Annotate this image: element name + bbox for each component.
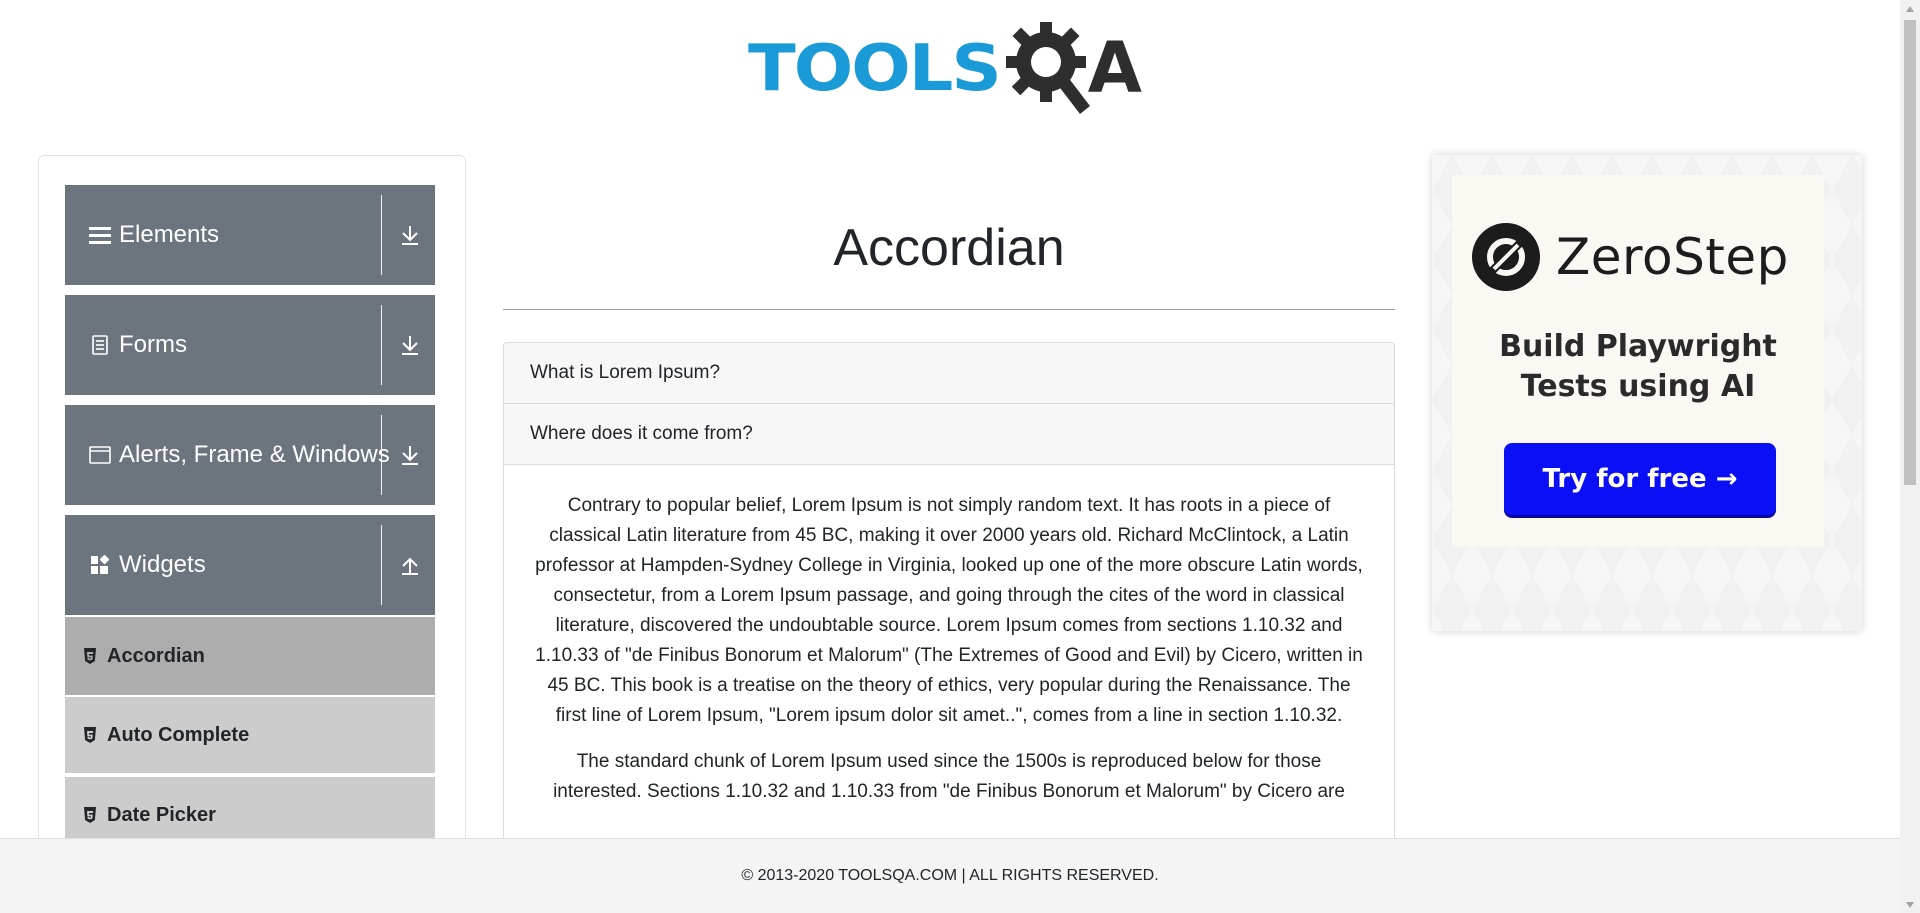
body-paragraph: The standard chunk of Lorem Ipsum used s… xyxy=(553,751,1345,802)
sidebar-group-label: Forms xyxy=(119,331,187,358)
sidebar-item-label: Date Picker xyxy=(107,803,216,826)
document-icon xyxy=(85,335,115,355)
widgets-icon xyxy=(85,555,115,575)
accordion-header-what-is-lorem-ipsum[interactable]: What is Lorem Ipsum? xyxy=(504,343,1394,404)
title-divider xyxy=(503,309,1395,310)
divider xyxy=(381,195,382,275)
sidebar-item-auto-complete[interactable]: Auto Complete xyxy=(65,695,435,773)
accordion: What is Lorem Ipsum? Where does it come … xyxy=(503,342,1395,913)
accordion-body: Contrary to popular belief, Lorem Ipsum … xyxy=(504,465,1394,807)
sidebar-group-elements[interactable]: Elements xyxy=(65,185,435,285)
logo-qa: A xyxy=(1004,18,1142,118)
gear-magnifier-icon xyxy=(1005,22,1090,114)
ad-card: ZeroStep Build Playwright Tests using AI… xyxy=(1452,175,1824,547)
try-for-free-button[interactable]: Try for free → xyxy=(1504,443,1776,515)
sidebar-group-widgets[interactable]: Widgets xyxy=(65,515,435,615)
html5-icon xyxy=(83,727,99,743)
html5-icon xyxy=(83,648,99,664)
sidebar-item-accordian[interactable]: Accordian xyxy=(65,617,435,695)
ad-brand-name: ZeroStep xyxy=(1556,228,1789,286)
download-arrow-icon[interactable] xyxy=(385,295,435,395)
sidebar-item-label: Accordian xyxy=(107,644,205,667)
accordion-header-where-does-it-come-from[interactable]: Where does it come from? xyxy=(504,404,1394,465)
left-sidebar: Elements Forms Alerts, Frame & Windows W… xyxy=(38,155,466,913)
scrollbar-thumb[interactable] xyxy=(1904,20,1916,485)
divider xyxy=(381,305,382,385)
download-arrow-icon[interactable] xyxy=(385,185,435,285)
upload-arrow-icon[interactable] xyxy=(385,515,435,615)
footer: © 2013-2020 TOOLSQA.COM | ALL RIGHTS RES… xyxy=(0,838,1900,913)
scroll-down-arrow-icon[interactable] xyxy=(1900,896,1920,913)
sidebar-item-label: Auto Complete xyxy=(107,723,250,746)
page-title: Accordian xyxy=(833,219,1065,277)
zerostep-logo-icon xyxy=(1472,223,1540,291)
sidebar-group-label: Alerts, Frame & Windows xyxy=(119,441,390,468)
ad-brand: ZeroStep xyxy=(1472,223,1789,291)
window-icon xyxy=(85,445,115,465)
logo-tools-text: TOOLS xyxy=(748,30,1002,106)
ad-headline-line: Build Playwright xyxy=(1499,329,1777,364)
zerostep-ad[interactable]: ZeroStep Build Playwright Tests using AI… xyxy=(1432,155,1862,631)
vertical-scrollbar[interactable] xyxy=(1900,0,1920,913)
sidebar-group-label: Elements xyxy=(119,221,220,248)
scroll-up-arrow-icon[interactable] xyxy=(1900,0,1920,17)
divider xyxy=(381,415,382,495)
header: TOOLS A xyxy=(0,0,1900,125)
logo-a-text: A xyxy=(1087,27,1142,109)
sidebar-group-alerts-frame-windows[interactable]: Alerts, Frame & Windows xyxy=(65,405,435,505)
html5-icon xyxy=(83,807,99,823)
hamburger-icon xyxy=(85,225,115,245)
download-arrow-icon[interactable] xyxy=(385,405,435,505)
toolsqa-logo[interactable]: TOOLS A xyxy=(748,18,1153,118)
divider xyxy=(381,525,382,605)
sidebar-group-label: Widgets xyxy=(119,551,206,578)
body-paragraph: Contrary to popular belief, Lorem Ipsum … xyxy=(535,495,1363,726)
page: TOOLS A Elements Forms Alerts, Frame & W… xyxy=(0,0,1900,913)
ad-headline: Build Playwright Tests using AI xyxy=(1452,327,1824,407)
ad-headline-line: Tests using AI xyxy=(1520,369,1756,404)
copyright-text: © 2013-2020 TOOLSQA.COM | ALL RIGHTS RES… xyxy=(741,867,1159,884)
sidebar-group-forms[interactable]: Forms xyxy=(65,295,435,395)
